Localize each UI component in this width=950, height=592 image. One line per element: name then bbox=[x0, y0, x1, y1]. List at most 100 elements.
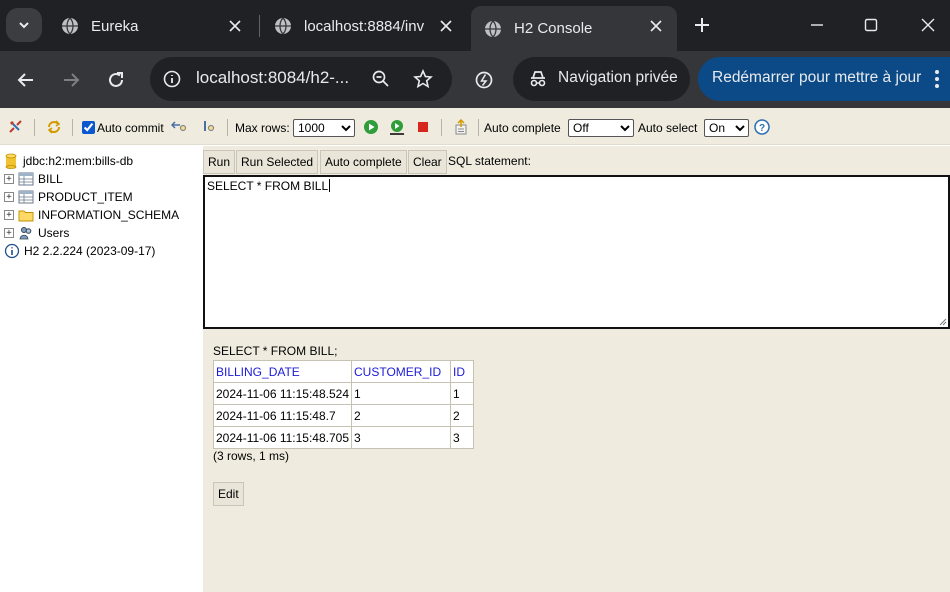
minimize-button[interactable] bbox=[802, 10, 832, 40]
refresh-icon[interactable] bbox=[46, 119, 62, 135]
maximize-button[interactable] bbox=[856, 10, 886, 40]
table-cell: 2024-11-06 11:15:48.705 bbox=[212, 426, 353, 449]
back-button[interactable] bbox=[10, 64, 42, 96]
info-icon bbox=[4, 243, 20, 259]
zoom-icon[interactable] bbox=[372, 70, 390, 88]
toolbar-separator bbox=[441, 119, 442, 136]
close-icon[interactable] bbox=[647, 17, 665, 35]
toolbar-separator bbox=[34, 119, 35, 136]
column-header[interactable]: BILLING_DATE bbox=[212, 360, 353, 383]
auto-commit-label: Auto commit bbox=[97, 121, 164, 135]
table-cell: 3 bbox=[450, 426, 475, 449]
sql-statement-label: SQL statement: bbox=[448, 154, 531, 168]
minimize-icon bbox=[811, 24, 823, 26]
result-summary: (3 rows, 1 ms) bbox=[213, 449, 290, 463]
more-vert-icon[interactable] bbox=[934, 69, 940, 89]
database-icon bbox=[5, 153, 17, 169]
tab-label: H2 Console bbox=[514, 20, 593, 37]
tree-item-product-item[interactable]: + PRODUCT_ITEM bbox=[4, 188, 133, 206]
expand-icon[interactable]: + bbox=[4, 192, 14, 202]
incognito-icon bbox=[530, 71, 546, 87]
resize-handle-icon[interactable] bbox=[939, 318, 947, 326]
tab-divider bbox=[259, 15, 260, 37]
help-icon[interactable]: ? bbox=[754, 119, 770, 135]
incognito-label: Navigation privée bbox=[558, 69, 678, 86]
commit-icon[interactable] bbox=[201, 119, 217, 135]
reload-icon bbox=[109, 72, 123, 87]
auto-complete-select[interactable]: Off bbox=[568, 119, 634, 137]
svg-text:?: ? bbox=[759, 123, 765, 134]
tree-item-users[interactable]: + Users bbox=[4, 224, 69, 242]
table-row: 2024-11-06 11:15:48.524 1 1 bbox=[212, 382, 475, 405]
expand-icon[interactable]: + bbox=[4, 228, 14, 238]
info-icon[interactable] bbox=[163, 70, 181, 88]
auto-commit-checkbox[interactable] bbox=[82, 121, 95, 134]
table-row: 2024-11-06 11:15:48.7 2 2 bbox=[212, 404, 475, 427]
incognito-indicator[interactable]: Navigation privée bbox=[513, 57, 690, 101]
tree-connection[interactable]: jdbc:h2:mem:bills-db bbox=[4, 152, 133, 170]
table-cell: 2024-11-06 11:15:48.7 bbox=[212, 404, 353, 427]
run-selected-icon[interactable] bbox=[389, 119, 405, 135]
tab-h2-console[interactable]: H2 Console bbox=[471, 6, 677, 51]
run-button[interactable]: Run bbox=[203, 150, 236, 174]
tab-localhost-inv[interactable]: localhost:8884/inv bbox=[261, 6, 467, 46]
table-header-row: BILLING_DATE CUSTOMER_ID ID bbox=[212, 360, 475, 383]
column-header[interactable]: ID bbox=[450, 360, 475, 383]
restart-update-button[interactable]: Redémarrer pour mettre à jour bbox=[698, 57, 950, 101]
table-cell: 1 bbox=[450, 382, 475, 405]
browser-toolbar: localhost:8084/h2-... Navigation privée … bbox=[0, 51, 950, 108]
stop-icon[interactable] bbox=[415, 119, 431, 135]
max-rows-select[interactable]: 1000 bbox=[293, 119, 355, 137]
text-cursor bbox=[329, 179, 331, 192]
toolbar-separator bbox=[478, 119, 479, 136]
column-header[interactable]: CUSTOMER_ID bbox=[351, 360, 452, 383]
close-window-button[interactable] bbox=[913, 10, 943, 40]
table-cell: 2 bbox=[351, 404, 452, 427]
tree-version: H2 2.2.224 (2023-09-17) bbox=[4, 242, 155, 260]
new-tab-button[interactable] bbox=[688, 11, 716, 39]
close-icon[interactable] bbox=[226, 17, 244, 35]
clear-button[interactable]: Clear bbox=[408, 150, 447, 174]
history-icon[interactable] bbox=[453, 119, 469, 135]
globe-icon bbox=[275, 17, 291, 35]
maximize-icon bbox=[864, 18, 878, 32]
arrow-right-icon bbox=[64, 73, 80, 87]
tab-label: Eureka bbox=[91, 17, 139, 35]
auto-select-label: Auto select bbox=[638, 121, 698, 135]
rollback-icon[interactable] bbox=[171, 119, 187, 135]
edit-button[interactable]: Edit bbox=[213, 482, 244, 506]
auto-complete-button[interactable]: Auto complete bbox=[320, 150, 407, 174]
expand-icon[interactable]: + bbox=[4, 210, 14, 220]
auto-select-select[interactable]: On bbox=[704, 119, 749, 137]
address-bar[interactable]: localhost:8084/h2-... bbox=[150, 57, 452, 101]
star-icon[interactable] bbox=[413, 69, 433, 89]
tree-item-information-schema[interactable]: + INFORMATION_SCHEMA bbox=[4, 206, 179, 224]
users-icon bbox=[19, 227, 32, 240]
forward-button[interactable] bbox=[55, 64, 87, 96]
tree-item-label: Users bbox=[38, 226, 70, 240]
result-statement: SELECT * FROM BILL; bbox=[213, 344, 338, 358]
tab-search-button[interactable] bbox=[6, 8, 42, 42]
table-icon bbox=[18, 190, 34, 204]
tree-item-label: INFORMATION_SCHEMA bbox=[38, 208, 180, 222]
run-icon[interactable] bbox=[363, 119, 379, 135]
auto-complete-label: Auto complete bbox=[484, 121, 561, 135]
run-selected-button[interactable]: Run Selected bbox=[236, 150, 319, 174]
sql-editor[interactable]: SELECT * FROM BILL bbox=[203, 175, 950, 329]
disconnect-icon[interactable] bbox=[8, 119, 24, 135]
tab-eureka[interactable]: Eureka bbox=[48, 6, 256, 46]
expand-icon[interactable]: + bbox=[4, 174, 14, 184]
tree-item-label: BILL bbox=[38, 172, 63, 186]
table-icon bbox=[18, 172, 34, 186]
performance-button[interactable] bbox=[467, 63, 501, 97]
tree-item-bill[interactable]: + BILL bbox=[4, 170, 63, 188]
plus-icon bbox=[695, 18, 709, 32]
tree-item-label: PRODUCT_ITEM bbox=[38, 190, 133, 204]
toolbar-separator bbox=[72, 119, 73, 136]
close-icon[interactable] bbox=[437, 17, 455, 35]
globe-icon bbox=[485, 20, 501, 37]
table-row: 2024-11-06 11:15:48.705 3 3 bbox=[212, 426, 475, 449]
chevron-down-icon bbox=[19, 22, 29, 29]
table-cell: 1 bbox=[351, 382, 452, 405]
reload-button[interactable] bbox=[100, 64, 132, 96]
